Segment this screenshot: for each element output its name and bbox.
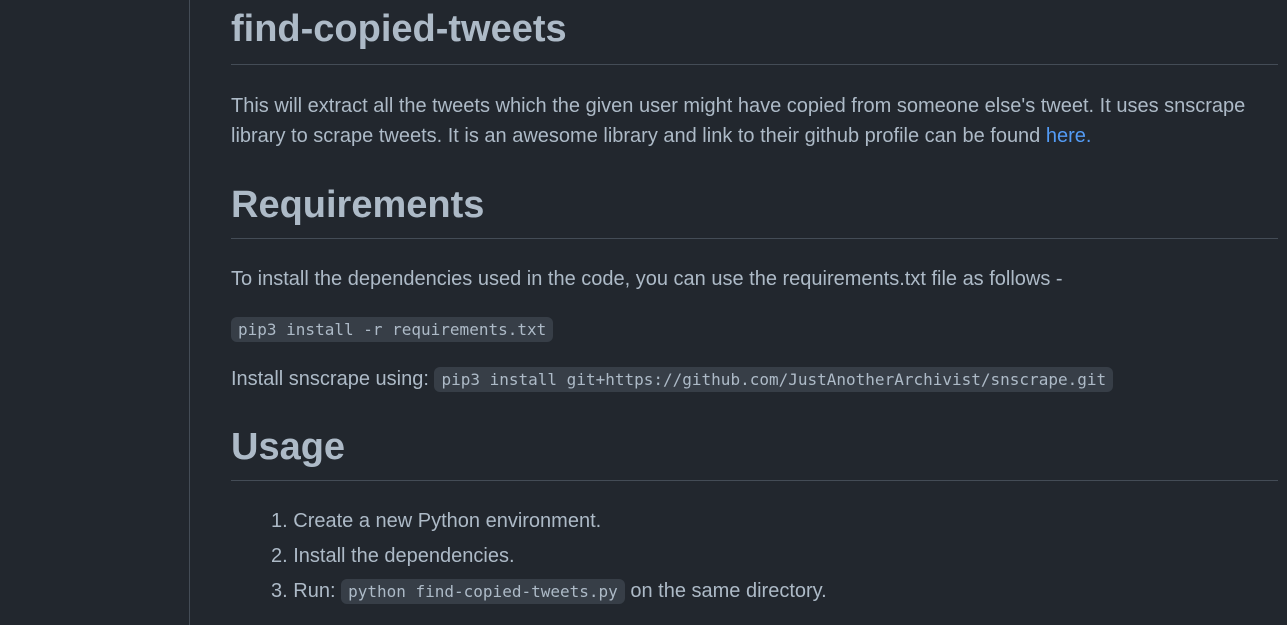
requirements-install-code: pip3 install -r requirements.txt: [231, 317, 554, 342]
snscrape-install-paragraph: Install snscrape using: pip3 install git…: [231, 364, 1278, 395]
github-profile-link[interactable]: here.: [1046, 125, 1092, 147]
usage-steps-list: 1. Create a new Python environment. 2. I…: [231, 506, 827, 612]
usage-step-1: 1. Create a new Python environment.: [271, 506, 827, 536]
step-number: 3.: [271, 580, 288, 602]
step-prefix: Run:: [293, 580, 336, 602]
readme-title: find-copied-tweets: [231, 6, 1278, 65]
usage-heading: Usage: [231, 424, 1278, 481]
intro-text: This will extract all the tweets which t…: [231, 95, 1246, 147]
requirements-heading: Requirements: [231, 182, 1278, 239]
snscrape-label: Install snscrape using:: [231, 368, 429, 390]
usage-step-2: 2. Install the dependencies.: [271, 541, 827, 571]
usage-step-3: 3. Run: python find-copied-tweets.py on …: [271, 576, 827, 607]
run-script-code: python find-copied-tweets.py: [341, 579, 625, 604]
requirements-text: To install the dependencies used in the …: [231, 268, 1063, 290]
step-number: 2.: [271, 545, 288, 567]
step-number: 1.: [271, 510, 288, 532]
requirements-code-paragraph: pip3 install -r requirements.txt: [231, 314, 1278, 345]
left-sidebar: [0, 0, 190, 625]
step-text: Install the dependencies.: [293, 545, 515, 567]
step-text: Create a new Python environment.: [293, 510, 602, 532]
intro-paragraph: This will extract all the tweets which t…: [231, 91, 1278, 151]
step-suffix: on the same directory.: [630, 580, 827, 602]
snscrape-install-code: pip3 install git+https://github.com/Just…: [434, 367, 1114, 392]
